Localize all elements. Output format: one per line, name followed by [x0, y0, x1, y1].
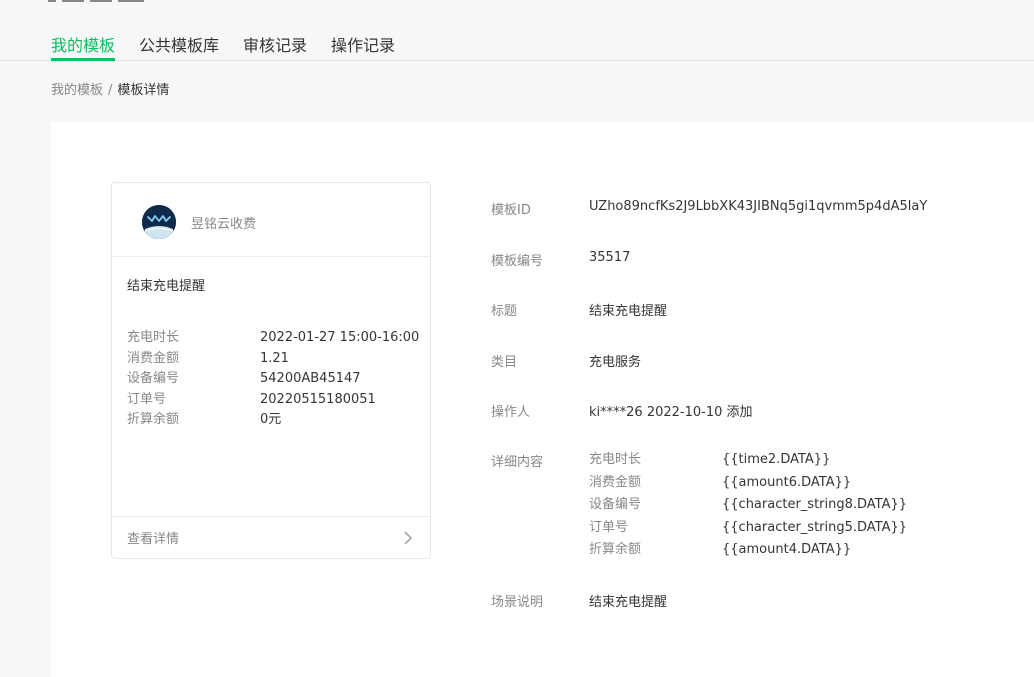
card-field-value: 2022-01-27 15:00-16:00: [260, 330, 420, 345]
content-field-row: 折算余额 {{amount4.DATA}}: [589, 541, 1009, 564]
template-no-value: 35517: [589, 250, 631, 265]
scene-label: 场景说明: [491, 595, 544, 610]
breadcrumb-current: 模板详情: [117, 83, 170, 98]
card-field-row: 设备编号 54200AB45147: [127, 369, 427, 390]
tab-bar: 我的模板 公共模板库 审核记录 操作记录: [0, 24, 1034, 61]
content-field-key: 消费金额: [589, 474, 642, 490]
card-field-row: 折算余额 0元: [127, 410, 427, 431]
scene-value: 结束充电提醒: [589, 595, 668, 610]
category-value: 充电服务: [589, 355, 642, 370]
content-field-value: {{character_string5.DATA}}: [722, 519, 908, 535]
card-field-value: 1.21: [260, 350, 289, 366]
card-field-key: 设备编号: [127, 371, 180, 386]
page-title-cut: [48, 0, 148, 4]
content-field-key: 订单号: [589, 519, 629, 535]
operator-label: 操作人: [491, 405, 531, 420]
card-title: 结束充电提醒: [127, 279, 206, 294]
template-preview-card: 昱铭云收费 结束充电提醒 充电时长 2022-01-27 15:00-16:00…: [111, 182, 431, 559]
title-label: 标题: [491, 304, 518, 319]
content-field-row: 消费金额 {{amount6.DATA}}: [589, 474, 1009, 497]
card-field-value: 20220515180051: [260, 391, 376, 407]
tab-operation-records[interactable]: 操作记录: [331, 32, 395, 61]
content-field-list: 充电时长 {{time2.DATA}} 消费金额 {{amount6.DATA}…: [589, 451, 1009, 564]
category-label: 类目: [491, 355, 518, 370]
breadcrumb: 我的模板 / 模板详情: [51, 79, 169, 98]
chevron-right-icon: [404, 531, 413, 545]
content-field-row: 充电时长 {{time2.DATA}}: [589, 451, 1009, 474]
brand-name: 昱铭云收费: [191, 217, 257, 232]
template-id-value: UZho89ncfKs2J9LbbXK43JIBNq5gi1qvmm5p4dA5…: [589, 199, 928, 214]
content-field-key: 设备编号: [589, 497, 642, 512]
card-header: 昱铭云收费: [112, 183, 430, 257]
card-field-list: 充电时长 2022-01-27 15:00-16:00 消费金额 1.21 设备…: [127, 328, 427, 431]
operator-value: ki****26 2022-10-10 添加: [589, 405, 753, 420]
tab-my-templates[interactable]: 我的模板: [51, 32, 116, 61]
title-value: 结束充电提醒: [589, 304, 668, 319]
card-field-key: 消费金额: [127, 350, 180, 366]
content-label: 详细内容: [491, 455, 544, 470]
content-field-row: 设备编号 {{character_string8.DATA}}: [589, 496, 1009, 519]
content-field-value: {{amount6.DATA}}: [722, 474, 852, 490]
card-field-value: 54200AB45147: [260, 371, 361, 386]
view-details-label: 查看详情: [127, 532, 180, 547]
content-field-value: {{character_string8.DATA}}: [722, 497, 908, 512]
tab-review-records[interactable]: 审核记录: [243, 32, 307, 61]
card-field-key: 充电时长: [127, 330, 180, 345]
breadcrumb-separator: /: [108, 83, 113, 98]
tab-public-library[interactable]: 公共模板库: [139, 32, 219, 61]
content-field-value: {{time2.DATA}}: [722, 452, 831, 467]
template-id-label: 模板ID: [491, 203, 531, 218]
template-no-label: 模板编号: [491, 254, 544, 269]
card-field-row: 消费金额 1.21: [127, 349, 427, 370]
detail-panel: 昱铭云收费 结束充电提醒 充电时长 2022-01-27 15:00-16:00…: [51, 122, 1034, 677]
content-field-row: 订单号 {{character_string5.DATA}}: [589, 519, 1009, 542]
breadcrumb-parent-link[interactable]: 我的模板: [51, 83, 103, 98]
card-field-row: 订单号 20220515180051: [127, 390, 427, 411]
brand-logo-icon: [142, 205, 176, 239]
content-field-key: 折算余额: [589, 542, 642, 557]
card-field-key: 折算余额: [127, 412, 180, 427]
content-field-value: {{amount4.DATA}}: [722, 542, 852, 557]
card-field-value: 0元: [260, 412, 282, 427]
content-field-key: 充电时长: [589, 452, 642, 467]
view-details-link[interactable]: 查看详情: [112, 516, 430, 558]
card-field-key: 订单号: [127, 391, 167, 407]
card-field-row: 充电时长 2022-01-27 15:00-16:00: [127, 328, 427, 349]
